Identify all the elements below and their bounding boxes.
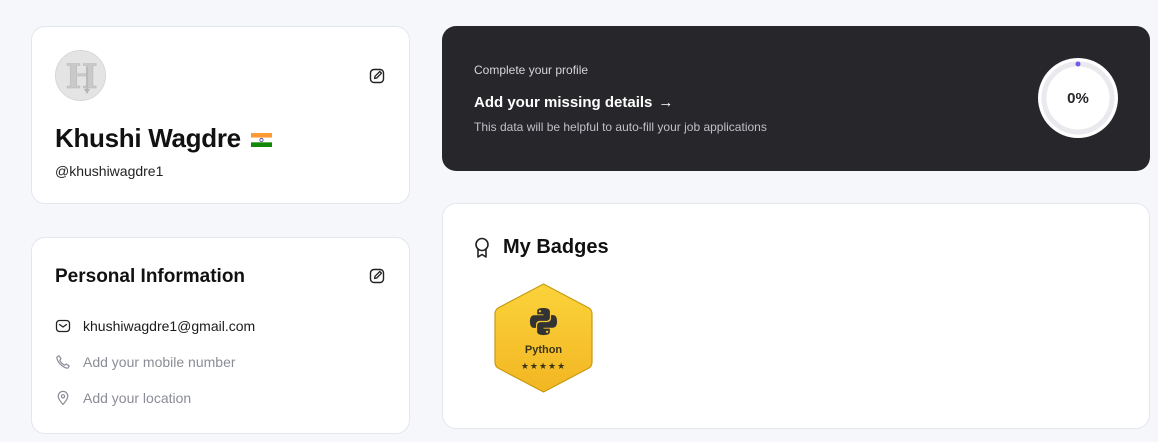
complete-profile-description: This data will be helpful to auto-fill y… xyxy=(474,120,767,134)
india-flag-icon xyxy=(250,132,272,147)
edit-personal-info-icon[interactable] xyxy=(368,267,386,285)
email-value: khushiwagdre1@gmail.com xyxy=(83,318,256,334)
location-placeholder: Add your location xyxy=(83,390,192,406)
badges-header: My Badges xyxy=(473,236,609,259)
mail-icon xyxy=(55,319,71,333)
personal-info-title: Personal Information xyxy=(55,266,246,287)
avatar: H xyxy=(55,50,106,101)
profile-card: H Khushi Wagdre @khushiwagdre1 xyxy=(31,26,410,204)
hexagon-badge-shape xyxy=(494,283,593,393)
avatar-letter: H xyxy=(65,57,97,97)
email-row: khushiwagdre1@gmail.com xyxy=(55,318,255,334)
arrow-right-icon: → xyxy=(658,94,674,111)
badges-title: My Badges xyxy=(503,236,609,258)
username: @khushiwagdre1 xyxy=(55,163,164,179)
phone-icon xyxy=(56,355,70,369)
complete-profile-card: Complete your profile Add your missing d… xyxy=(442,26,1150,171)
complete-profile-eyebrow: Complete your profile xyxy=(474,63,589,77)
profile-name: Khushi Wagdre xyxy=(55,123,241,153)
python-logo-icon xyxy=(529,307,558,336)
badge-name: Python xyxy=(524,344,563,356)
award-ribbon-icon xyxy=(475,237,489,258)
mobile-number-placeholder: Add your mobile number xyxy=(83,354,236,370)
add-mobile-number-row[interactable]: Add your mobile number xyxy=(55,354,236,370)
add-missing-details-link[interactable]: Add your missing details → xyxy=(474,94,673,111)
personal-info-card: Personal Information khushiwagdre1@gmail… xyxy=(31,237,410,434)
profile-name-row: Khushi Wagdre xyxy=(55,123,272,154)
profile-progress-label: 0% xyxy=(1067,89,1089,107)
python-badge[interactable]: Python ★★★★★ xyxy=(493,282,594,394)
add-location-row[interactable]: Add your location xyxy=(55,390,191,406)
avatar-placeholder-icon: H xyxy=(56,51,105,100)
add-missing-details-label: Add your missing details xyxy=(474,94,653,111)
badges-card: My Badges Python ★★★★★ xyxy=(442,203,1150,429)
badge-stars: ★★★★★ xyxy=(520,361,567,371)
edit-profile-icon[interactable] xyxy=(368,67,386,85)
location-pin-icon xyxy=(57,390,69,406)
